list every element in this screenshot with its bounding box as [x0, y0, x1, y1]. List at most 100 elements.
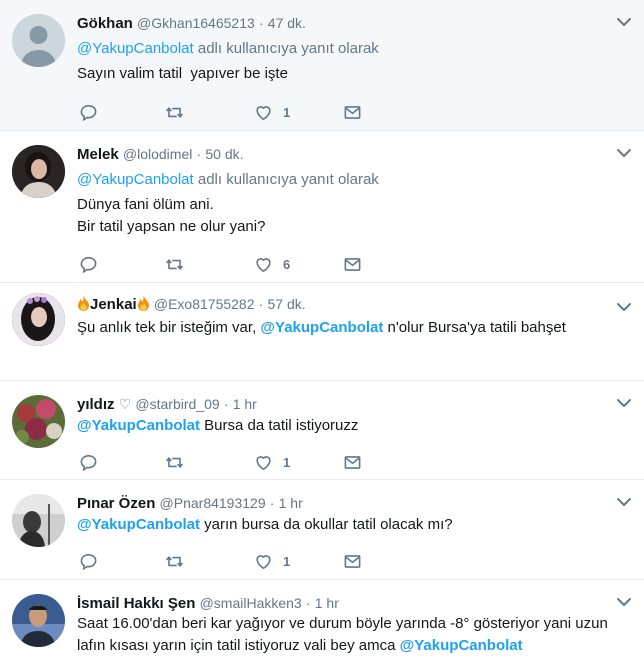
reply-button[interactable] [79, 452, 98, 472]
user-handle[interactable]: @lolodimel [123, 146, 192, 162]
mention-link[interactable]: @YakupCanbolat [77, 417, 200, 434]
user-photo-icon [12, 395, 65, 448]
separator-dot: · [305, 595, 311, 611]
user-name[interactable]: Melek [77, 146, 119, 163]
user-name[interactable]: Jenkai [90, 296, 137, 313]
chevron-down-icon[interactable] [616, 494, 632, 510]
retweet-button[interactable] [165, 102, 184, 122]
tweet-time[interactable]: 1 hr [233, 396, 257, 412]
tweet-text: @YakupCanbolat Bursa da tatil istiyoruzz [77, 415, 627, 437]
separator-dot: · [258, 15, 264, 31]
separator-dot: · [269, 495, 275, 511]
tweet[interactable]: İsmail Hakkı Şen @smailHakken3 · 1 hr Sa… [0, 580, 644, 669]
dm-button[interactable] [343, 551, 362, 571]
tweet-actions: 1 [77, 452, 377, 472]
user-name[interactable]: Gökhan [77, 15, 133, 32]
tweet-actions: 1 [77, 551, 377, 571]
tweet-time[interactable]: 1 hr [279, 495, 303, 511]
reply-icon [79, 103, 98, 122]
tweet[interactable]: Gökhan @Gkhan16465213 · 47 dk. @YakupCan… [0, 0, 644, 131]
heart-icon [254, 255, 273, 274]
tweet-text-segment: yarın bursa da okullar tatil olacak mı? [199, 516, 453, 533]
retweet-button[interactable] [165, 452, 184, 472]
reply-icon [79, 552, 98, 571]
chevron-down-icon[interactable] [616, 594, 632, 610]
like-button[interactable]: 1 [254, 452, 290, 472]
mention-link[interactable]: @YakupCanbolat [77, 516, 200, 533]
separator-dot: · [223, 396, 229, 412]
like-count: 1 [283, 454, 291, 470]
tweet-header: Gökhan @Gkhan16465213 · 47 dk. [77, 13, 306, 34]
like-button[interactable]: 1 [254, 102, 290, 122]
reply-button[interactable] [79, 254, 98, 274]
user-handle[interactable]: @smailHakken3 [200, 595, 302, 611]
retweet-icon [165, 103, 184, 122]
like-button[interactable]: 6 [254, 254, 290, 274]
envelope-icon [343, 552, 362, 571]
user-photo-icon [12, 494, 65, 547]
reply-mention-link[interactable]: @YakupCanbolat [77, 40, 194, 57]
like-count: 6 [283, 256, 291, 272]
chevron-down-icon[interactable] [616, 299, 632, 315]
tweet[interactable]: Jenkai @Exo81755282 · 57 dk. Şu anlık te… [0, 283, 644, 381]
tweet-time[interactable]: 47 dk. [268, 15, 306, 31]
like-button[interactable]: 1 [254, 551, 290, 571]
tweet-header: Jenkai @Exo81755282 · 57 dk. [77, 294, 306, 315]
tweet-text-line: Bir tatil yapsan ne olur yani? [77, 218, 266, 235]
tweet[interactable]: Pınar Özen @Pnar84193129 · 1 hr @YakupCa… [0, 480, 644, 580]
tweet-header: yıldız ♡ @starbird_09 · 1 hr [77, 394, 257, 415]
user-photo-icon [12, 594, 65, 647]
user-name[interactable]: yıldız [77, 396, 115, 413]
tweet[interactable]: Melek @lolodimel · 50 dk. @YakupCanbolat… [0, 131, 644, 283]
fire-icon [78, 295, 89, 311]
avatar[interactable] [12, 395, 65, 448]
tweet-actions: 6 [77, 254, 377, 274]
separator-dot: · [258, 296, 264, 312]
chevron-down-icon[interactable] [616, 395, 632, 411]
retweet-button[interactable] [165, 254, 184, 274]
mention-link[interactable]: @YakupCanbolat [260, 319, 383, 336]
chevron-down-icon[interactable] [616, 14, 632, 30]
fire-icon [137, 295, 149, 311]
tweet-text-line: Sayın valim tatil yapıver be işte [77, 65, 288, 82]
avatar[interactable] [12, 293, 65, 346]
dm-button[interactable] [343, 102, 362, 122]
tweet-header: İsmail Hakkı Şen @smailHakken3 · 1 hr [77, 593, 339, 614]
tweet-time[interactable]: 57 dk. [268, 296, 306, 312]
reply-button[interactable] [79, 102, 98, 122]
reply-context-text: adlı kullanıcıya yanıt olarak [197, 40, 379, 57]
user-handle[interactable]: @Gkhan16465213 [137, 15, 255, 31]
mention-link[interactable]: @YakupCanbolat [400, 637, 523, 654]
envelope-icon [343, 453, 362, 472]
tweet-header: Melek @lolodimel · 50 dk. [77, 144, 244, 165]
retweet-button[interactable] [165, 551, 184, 571]
name-heart: ♡ [118, 396, 132, 412]
user-handle[interactable]: @starbird_09 [135, 396, 219, 412]
user-handle[interactable]: @Pnar84193129 [160, 495, 266, 511]
tweet-text-line: Dünya fani ölüm ani. [77, 196, 214, 213]
dm-button[interactable] [343, 254, 362, 274]
tweet-time[interactable]: 1 hr [315, 595, 339, 611]
replying-to: @YakupCanbolat adlı kullanıcıya yanıt ol… [77, 170, 379, 190]
user-name[interactable]: Pınar Özen [77, 495, 155, 512]
tweet-text-segment: n'olur Bursa'ya tatili bahşet [383, 319, 566, 336]
tweet-time[interactable]: 50 dk. [205, 146, 243, 162]
user-handle[interactable]: @Exo81755282 [154, 296, 255, 312]
avatar[interactable] [12, 594, 65, 647]
avatar[interactable] [12, 145, 65, 198]
reply-button[interactable] [79, 551, 98, 571]
tweet[interactable]: yıldız ♡ @starbird_09 · 1 hr @YakupCanbo… [0, 381, 644, 480]
separator-dot: · [196, 146, 202, 162]
replying-to: @YakupCanbolat adlı kullanıcıya yanıt ol… [77, 39, 379, 59]
reply-icon [79, 255, 98, 274]
user-name[interactable]: İsmail Hakkı Şen [77, 595, 195, 612]
reply-mention-link[interactable]: @YakupCanbolat [77, 171, 194, 188]
avatar[interactable] [12, 14, 65, 67]
chevron-down-icon[interactable] [616, 145, 632, 161]
retweet-icon [165, 552, 184, 571]
dm-button[interactable] [343, 452, 362, 472]
retweet-icon [165, 255, 184, 274]
tweet-text: Saat 16.00'dan beri kar yağıyor ve durum… [77, 613, 637, 657]
envelope-icon [343, 255, 362, 274]
avatar[interactable] [12, 494, 65, 547]
